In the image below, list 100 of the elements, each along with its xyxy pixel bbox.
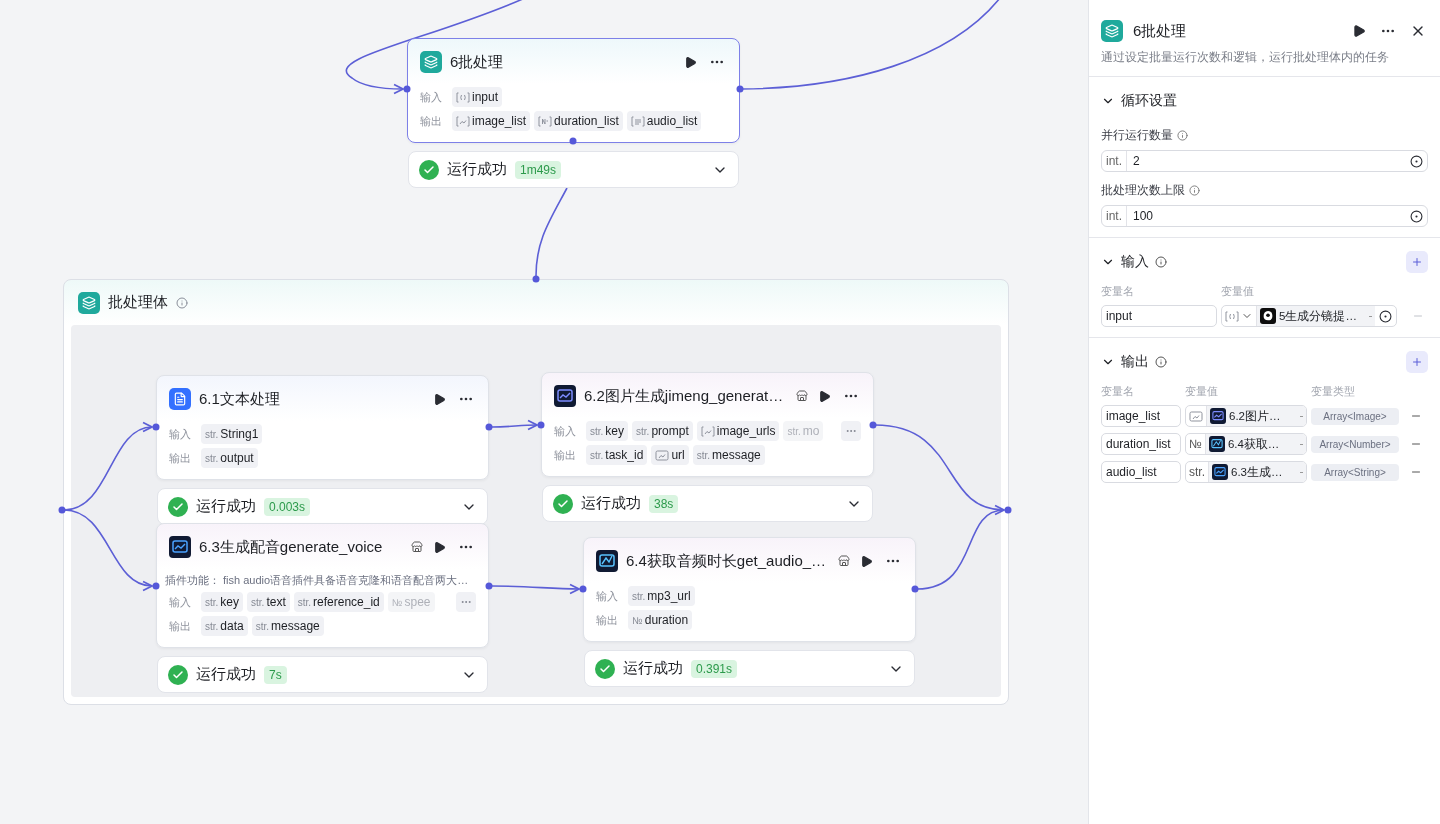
type-badge: Array<String>: [1311, 463, 1399, 481]
column-header: 变量值: [1185, 384, 1219, 399]
number-field[interactable]: int. 100: [1101, 205, 1428, 227]
reference-text: 6.2图片…: [1229, 408, 1281, 424]
node-title: 6.4获取音频时长get_audio_…: [626, 551, 828, 571]
port-name: output: [220, 451, 254, 465]
image-icon: [1189, 410, 1203, 422]
info-icon: [176, 296, 188, 309]
column-header: 变量名: [1101, 384, 1135, 399]
port-label: 输出: [420, 113, 443, 129]
status-bar[interactable]: 运行成功 0.003s: [157, 488, 488, 525]
port-handle[interactable]: [152, 423, 160, 431]
node-card[interactable]: 6批处理 输入 input 输出 image_list duration_list audio_list: [407, 38, 740, 143]
name-field[interactable]: audio_list: [1101, 461, 1181, 483]
info-icon: [1155, 256, 1167, 268]
port-handle[interactable]: [869, 421, 877, 429]
status-label: 运行成功: [196, 497, 256, 516]
node-title: 6.3生成配音generate_voice: [199, 537, 384, 557]
number-field[interactable]: int. 2: [1101, 150, 1428, 172]
reference-chip[interactable]: 6.4获取…: [1205, 434, 1306, 454]
value-field[interactable]: str. 6.3生成…: [1185, 461, 1307, 483]
value-field[interactable]: № 6.4获取…: [1185, 433, 1307, 455]
reference-text: 6.3生成…: [1231, 464, 1283, 480]
port-handle[interactable]: [579, 585, 587, 593]
status-bar[interactable]: 运行成功 38s: [542, 485, 873, 522]
port-name: url: [671, 448, 685, 462]
port-label: 输出: [596, 612, 619, 628]
container-title: 批处理体: [108, 293, 168, 312]
reference-chip[interactable]: 5生成分镜提…: [1257, 306, 1375, 326]
info-icon: [1177, 130, 1188, 141]
string-list-icon: [630, 115, 645, 127]
port-handle[interactable]: [485, 582, 493, 590]
value-input[interactable]: 2: [1127, 154, 1406, 168]
port-handle[interactable]: [537, 421, 545, 429]
duration-badge: 0.391s: [691, 659, 738, 678]
node-card[interactable]: 6.4获取音频时长get_audio_… 输入 str. mp3_url 输出 № duration: [583, 537, 916, 642]
type-tag: №: [632, 614, 643, 626]
status-bar[interactable]: 运行成功 7s: [157, 656, 488, 693]
name-field[interactable]: input: [1101, 305, 1217, 327]
reference-chip[interactable]: 6.2图片…: [1207, 406, 1306, 426]
port-name: task_id: [605, 448, 644, 462]
status-label: 运行成功: [196, 665, 256, 684]
type-tag: str.: [632, 590, 646, 602]
status-bar[interactable]: 运行成功 1m49s: [408, 151, 739, 188]
port-handle[interactable]: [1004, 506, 1012, 514]
port-handle[interactable]: [403, 85, 411, 93]
node-card[interactable]: 6.2图片生成jimeng_generat… 输入 str. key str. prompt image_urls str. mo 输出 str. task_id url str. message: [541, 372, 874, 477]
port-handle[interactable]: [58, 506, 66, 514]
port-handle[interactable]: [569, 137, 577, 145]
port-label: 输出: [169, 618, 192, 634]
name-field[interactable]: image_list: [1101, 405, 1181, 427]
avatar-icon: [1260, 308, 1276, 324]
port-handle[interactable]: [532, 275, 540, 283]
port-handle[interactable]: [152, 582, 160, 590]
connector-line: [491, 419, 538, 431]
port-name: duration_list: [554, 114, 619, 128]
column-header: 变量值: [1221, 284, 1255, 299]
node-title: 6批处理: [450, 52, 505, 72]
store-icon: [411, 541, 423, 553]
column-header: 变量类型: [1311, 384, 1356, 399]
value-field[interactable]: 6.2图片…: [1185, 405, 1307, 427]
port-name: text: [266, 595, 286, 609]
port-handle[interactable]: [485, 423, 493, 431]
field-label: 批处理次数上限: [1101, 182, 1185, 199]
port-name: String1: [220, 427, 259, 441]
port-name: image_urls: [716, 424, 776, 438]
port-name: key: [605, 424, 625, 438]
port-name: data: [220, 619, 244, 633]
layers-icon: [78, 291, 100, 314]
duration-badge: 1m49s: [515, 160, 562, 179]
value-field[interactable]: 5生成分镜提…: [1221, 305, 1397, 327]
app-icon: [1212, 464, 1228, 480]
name-field[interactable]: duration_list: [1101, 433, 1181, 455]
reference-text: 6.4获取…: [1227, 436, 1280, 452]
section-title: 输出: [1121, 353, 1149, 371]
port-name: reference_id: [313, 595, 380, 609]
port-handle[interactable]: [911, 585, 919, 593]
type-badge: Array<Number>: [1311, 435, 1399, 453]
value-input[interactable]: 100: [1127, 209, 1406, 223]
status-label: 运行成功: [623, 659, 683, 678]
port-handle[interactable]: [736, 85, 744, 93]
reference-text: 5生成分镜提…: [1279, 308, 1357, 324]
type-tag: str.: [255, 620, 270, 632]
type-tag: str.: [696, 449, 711, 461]
type-tag: str.: [205, 452, 219, 464]
status-bar[interactable]: 运行成功 0.391s: [584, 650, 915, 687]
play-icon: [818, 389, 831, 403]
app-icon: [1210, 408, 1226, 424]
type-tag: №: [391, 596, 403, 608]
port-name: message: [271, 619, 320, 633]
layers-icon: [1101, 20, 1123, 42]
type-tag: str.: [787, 425, 801, 437]
port-label: 输出: [169, 450, 192, 466]
node-card[interactable]: 6.3生成配音generate_voice 插件功能： fish audio语音插件具备语音克隆和语音配音两大… 输入 str. key str. text str. reference_id № spee 输出 str. data str. message: [156, 523, 489, 648]
array-icon: [456, 91, 470, 103]
reference-chip[interactable]: 6.3生成…: [1209, 462, 1306, 482]
type-tag: str.: [205, 620, 219, 632]
play-icon: [433, 392, 446, 406]
node-card[interactable]: 6.1文本处理 输入 str. String1 输出 str. output: [156, 375, 489, 480]
type-label: int.: [1102, 206, 1127, 226]
